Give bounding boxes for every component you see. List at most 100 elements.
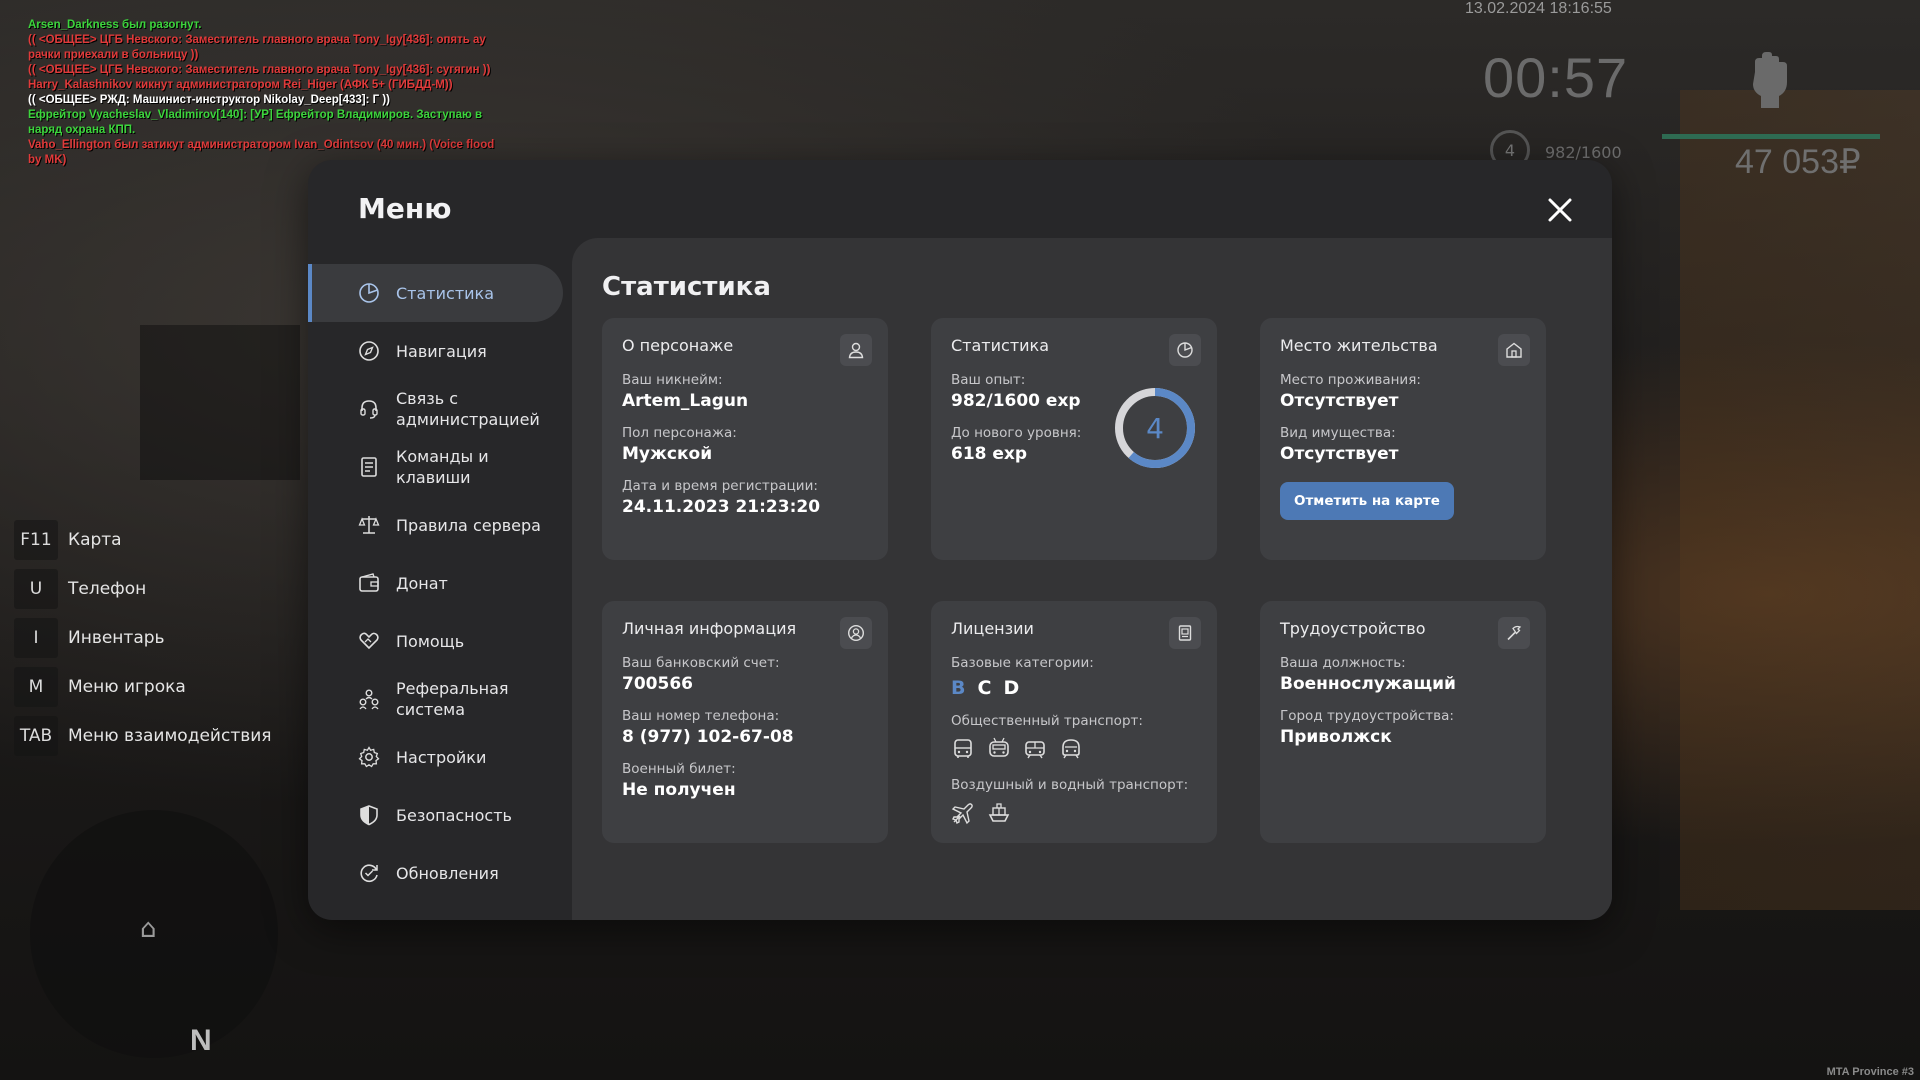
phone-value: 8 (977) 102-67-08 — [622, 727, 794, 747]
nav-label: Помощь — [396, 631, 465, 651]
key-label: Телефон — [68, 579, 147, 599]
nav-item-referral[interactable]: Реферальная система — [308, 670, 563, 728]
level-progress-value: 4 — [1146, 412, 1164, 445]
card-title: Место жительства — [1280, 336, 1438, 355]
airplane-icon — [951, 803, 973, 825]
background-door — [1680, 90, 1920, 910]
pie-chart-icon — [1169, 334, 1201, 366]
phone-label: Ваш номер телефона: — [622, 708, 780, 724]
mark-on-map-button[interactable]: Отметить на карте — [1280, 482, 1454, 520]
handshake-heart-icon — [356, 628, 382, 654]
menu-modal: Меню Статистика Навигация Связь с админи… — [308, 160, 1612, 920]
nav-item-security[interactable]: Безопасность — [308, 786, 563, 844]
job-city-value: Приволжск — [1280, 727, 1392, 747]
military-value: Не получен — [622, 780, 736, 800]
chat-line: (( <ОБЩЕЕ> ЦГБ Невского: Заместитель гла… — [28, 34, 486, 61]
bus-icon — [954, 739, 972, 758]
card-employment: Трудоустройство Ваша должность: Военносл… — [1260, 601, 1546, 843]
card-experience: Статистика Ваш опыт: 982/1600 exp До нов… — [931, 318, 1217, 560]
nav-item-updates[interactable]: Обновления — [308, 844, 563, 902]
military-label: Военный билет: — [622, 761, 736, 777]
card-personal-info: Личная информация Ваш банковский счет: 7… — [602, 601, 888, 843]
license-document-icon — [1169, 617, 1201, 649]
key-hint-player-menu: M Меню игрока — [14, 667, 272, 707]
document-list-icon — [356, 454, 382, 480]
air-water-transport-icons — [951, 801, 1197, 825]
card-title: Личная информация — [622, 619, 797, 638]
close-icon[interactable] — [1540, 190, 1580, 230]
key-cap: U — [14, 569, 58, 609]
card-title: Трудоустройство — [1280, 619, 1426, 638]
residence-value: Отсутствует — [1280, 391, 1399, 411]
key-cap: I — [14, 618, 58, 658]
nav-item-commands[interactable]: Команды и клавиши — [308, 438, 563, 496]
chat-line: Harry_Kalashnikov кикнут администратором… — [28, 79, 453, 91]
nickname-value: Artem_Lagun — [622, 391, 749, 411]
chat-line: (( <ОБЩЕЕ> РЖД: Машинист-инструктор Niko… — [28, 94, 390, 106]
card-title: Статистика — [951, 336, 1049, 355]
key-label: Инвентарь — [68, 628, 165, 648]
license-category-c: C — [977, 677, 992, 699]
property-value: Отсутствует — [1280, 444, 1399, 464]
property-label: Вид имущества: — [1280, 425, 1396, 441]
nav-label: Статистика — [396, 283, 494, 303]
key-hints: F11 Карта U Телефон I Инвентарь M Меню игрок… — [14, 520, 272, 765]
residence-label: Место проживания: — [1280, 372, 1421, 388]
key-hint-inventory: I Инвентарь — [14, 618, 272, 658]
nav-item-donate[interactable]: Донат — [308, 554, 563, 612]
nav-item-navigation[interactable]: Навигация — [308, 322, 563, 380]
nav-item-statistics[interactable]: Статистика — [308, 264, 563, 322]
server-watermark: MTA Province #3 — [1826, 1066, 1914, 1078]
user-icon — [840, 334, 872, 366]
background-window — [140, 325, 300, 480]
wallet-icon — [356, 570, 382, 596]
key-hint-interaction-menu: TAB Меню взаимодействия — [14, 716, 272, 756]
nickname-label: Ваш никнейм: — [622, 372, 723, 388]
hud-money: 47 053₽ — [1735, 143, 1861, 181]
nav-item-help[interactable]: Помощь — [308, 612, 563, 670]
registration-value: 24.11.2023 21:23:20 — [622, 497, 821, 517]
hud-clock: 00:57 — [1483, 46, 1629, 109]
license-category-d: D — [1003, 677, 1020, 699]
nav-item-settings[interactable]: Настройки — [308, 728, 563, 786]
minimap-north: N — [190, 1024, 212, 1057]
key-hint-map: F11 Карта — [14, 520, 272, 560]
tram-icon — [1025, 741, 1045, 759]
registration-label: Дата и время регистрации: — [622, 478, 818, 494]
nav-label: Донат — [396, 573, 448, 593]
metro-icon — [1062, 739, 1080, 759]
fist-icon — [1753, 52, 1787, 108]
minimap: ⌂ N — [30, 810, 278, 1058]
nav-item-contact-admin[interactable]: Связь с администрацией — [308, 380, 563, 438]
statistics-content: Статистика О персонаже Ваш никнейм: Arte… — [572, 238, 1612, 920]
gear-icon — [356, 744, 382, 770]
trolleybus-icon — [989, 737, 1009, 757]
bank-label: Ваш банковский счет: — [622, 655, 780, 671]
key-label: Меню игрока — [68, 677, 186, 697]
gender-label: Пол персонажа: — [622, 425, 737, 441]
health-bar — [1662, 134, 1880, 139]
gender-value: Мужской — [622, 444, 713, 464]
position-label: Ваша должность: — [1280, 655, 1406, 671]
content-title: Статистика — [602, 272, 771, 302]
nav-label: Команды и клавиши — [396, 447, 489, 487]
key-cap: M — [14, 667, 58, 707]
people-icon — [356, 686, 382, 712]
compass-icon — [356, 338, 382, 364]
card-character: О персонаже Ваш никнейм: Artem_Lagun Пол… — [602, 318, 888, 560]
home-icon — [1498, 334, 1530, 366]
job-city-label: Город трудоустройства: — [1280, 708, 1454, 724]
headset-icon — [356, 396, 382, 422]
hud-date: 13.02.2024 18:16:55 — [1465, 0, 1612, 17]
shield-icon — [356, 802, 382, 828]
modal-title: Меню — [358, 192, 452, 225]
ship-icon — [988, 803, 1010, 822]
license-categories: BCD — [951, 677, 1197, 699]
refresh-check-icon — [356, 860, 382, 886]
nav-item-rules[interactable]: Правила сервера — [308, 496, 563, 554]
hud-level-value: 4 — [1504, 140, 1516, 160]
public-transport-icons — [951, 737, 1197, 761]
license-category-b: B — [951, 677, 966, 699]
chat-line: Arsen_Darkness был разогнут. — [28, 19, 202, 31]
hammer-icon — [1498, 617, 1530, 649]
